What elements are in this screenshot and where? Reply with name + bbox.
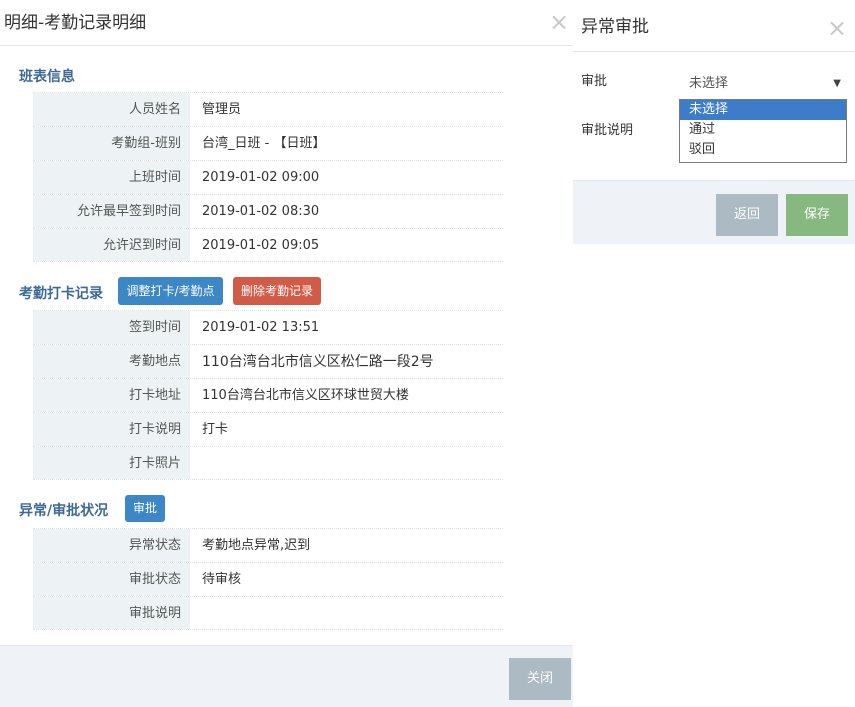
row-value xyxy=(190,597,503,629)
table-row: 打卡地址 110台湾台北市信义区环球世贸大楼 xyxy=(33,378,503,412)
table-row: 上班时间 2019-01-02 09:00 xyxy=(33,160,503,194)
modal-header: 异常审批 × xyxy=(573,0,855,52)
row-value: 考勤地点异常,迟到 xyxy=(202,538,311,553)
section-title-punch: 考勤打卡记录 xyxy=(19,286,103,302)
close-icon[interactable]: × xyxy=(549,10,569,34)
adjust-punch-button[interactable]: 调整打卡/考勤点 xyxy=(118,277,223,305)
table-row: 考勤地点 110台湾台北市信义区松仁路一段2号 xyxy=(33,344,503,378)
approve-button[interactable]: 审批 xyxy=(125,495,165,522)
row-value: 台湾_日班 - 【日班】 xyxy=(202,136,326,151)
row-label: 上班时间 xyxy=(33,161,190,194)
table-row: 人员姓名 管理员 xyxy=(33,92,503,126)
row-value: 打卡 xyxy=(202,422,229,437)
row-value: 2019-01-02 09:05 xyxy=(202,238,320,253)
punch-table: 签到时间 2019-01-02 13:51 考勤地点 110台湾台北市信义区松仁… xyxy=(33,310,503,480)
row-value: 2019-01-02 08:30 xyxy=(202,204,320,219)
table-row: 允许最早签到时间 2019-01-02 08:30 xyxy=(33,194,503,228)
dropdown-option[interactable]: 驳回 xyxy=(680,140,846,160)
back-button[interactable]: 返回 xyxy=(716,194,778,236)
approval-note-label: 审批说明 xyxy=(581,123,634,138)
row-value: 2019-01-02 09:00 xyxy=(202,170,320,185)
approval-dropdown: 未选择 通过 驳回 xyxy=(679,99,847,163)
row-label: 考勤地点 xyxy=(33,345,190,378)
table-row: 审批说明 xyxy=(33,596,503,630)
row-label: 打卡照片 xyxy=(33,447,190,479)
section-title-exception: 异常/审批状况 xyxy=(19,503,109,519)
approval-select[interactable]: 未选择 ▼ xyxy=(681,71,847,97)
table-row: 打卡说明 打卡 xyxy=(33,412,503,446)
row-value: 110台湾台北市信义区环球世贸大楼 xyxy=(202,388,409,403)
row-label: 审批状态 xyxy=(33,563,190,596)
attendance-detail-modal: 明细-考勤记录明细 × 班表信息 人员姓名 管理员 考勤组-班别 台湾_日班 -… xyxy=(0,0,573,707)
dropdown-option[interactable]: 通过 xyxy=(680,120,846,140)
approval-label: 审批 xyxy=(581,74,608,89)
save-button[interactable]: 保存 xyxy=(786,194,848,236)
close-button[interactable]: 关闭 xyxy=(509,658,571,700)
table-row: 考勤组-班别 台湾_日班 - 【日班】 xyxy=(33,126,503,160)
dropdown-option[interactable]: 未选择 xyxy=(680,100,846,120)
row-label: 审批说明 xyxy=(33,597,190,629)
row-value: 2019-01-02 13:51 xyxy=(202,320,320,335)
table-row: 审批状态 待审核 xyxy=(33,562,503,596)
chevron-down-icon: ▼ xyxy=(833,78,841,89)
table-row: 签到时间 2019-01-02 13:51 xyxy=(33,310,503,344)
row-label: 异常状态 xyxy=(33,529,190,562)
modal-title: 异常审批 xyxy=(581,17,649,37)
delete-record-button[interactable]: 删除考勤记录 xyxy=(233,277,321,305)
table-row: 允许迟到时间 2019-01-02 09:05 xyxy=(33,228,503,262)
table-row: 异常状态 考勤地点异常,迟到 xyxy=(33,528,503,562)
modal-header: 明细-考勤记录明细 × xyxy=(0,0,573,46)
row-label: 打卡地址 xyxy=(33,379,190,412)
modal-title: 明细-考勤记录明细 xyxy=(4,13,147,33)
row-label: 考勤组-班别 xyxy=(33,127,190,160)
row-label: 打卡说明 xyxy=(33,413,190,446)
row-label: 签到时间 xyxy=(33,311,190,344)
approval-modal: 异常审批 × 审批 未选择 ▼ 审批说明 未选择 通过 驳回 返回 保存 xyxy=(573,0,855,244)
modal-footer: 返回 保存 xyxy=(573,180,855,244)
row-value: 待审核 xyxy=(202,572,242,587)
approval-select-value: 未选择 xyxy=(689,76,729,91)
row-value xyxy=(190,447,503,479)
close-icon[interactable]: × xyxy=(827,16,847,40)
row-label: 人员姓名 xyxy=(33,93,190,126)
row-label: 允许最早签到时间 xyxy=(33,195,190,228)
section-title-schedule: 班表信息 xyxy=(19,69,75,85)
modal-footer: 关闭 xyxy=(0,645,573,707)
row-value: 110台湾台北市信义区松仁路一段2号 xyxy=(202,354,434,370)
schedule-table: 人员姓名 管理员 考勤组-班别 台湾_日班 - 【日班】 上班时间 2019-0… xyxy=(33,92,503,262)
row-value: 管理员 xyxy=(202,102,242,117)
table-row: 打卡照片 xyxy=(33,446,503,480)
row-label: 允许迟到时间 xyxy=(33,229,190,261)
exception-table: 异常状态 考勤地点异常,迟到 审批状态 待审核 审批说明 xyxy=(33,528,503,630)
